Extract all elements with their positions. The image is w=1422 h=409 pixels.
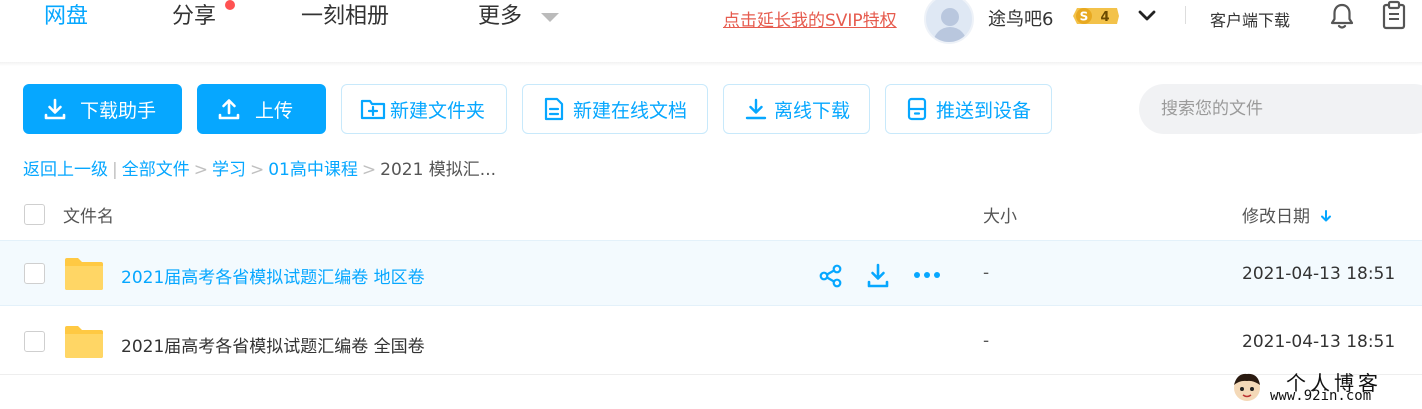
svip-renew-link[interactable]: 点击延长我的SVIP特权	[723, 6, 897, 31]
offline-download-button[interactable]: 离线下载	[723, 84, 870, 134]
chevron-down-icon[interactable]	[541, 13, 559, 22]
document-icon	[544, 97, 564, 121]
file-size: -	[983, 263, 990, 283]
vip-badge: S 4	[1073, 8, 1119, 25]
notification-dot	[225, 0, 235, 10]
breadcrumb-pipe: |	[112, 160, 118, 180]
avatar[interactable]	[924, 0, 974, 44]
tab-moment-album[interactable]: 一刻相册	[301, 0, 389, 34]
nav-shadow	[0, 62, 1422, 66]
column-header-modified[interactable]: 修改日期	[1242, 202, 1333, 227]
file-modified-date: 2021-04-13 18:51	[1242, 264, 1396, 284]
download-icon	[44, 98, 66, 120]
tab-netdisk[interactable]: 网盘	[44, 0, 88, 34]
new-online-doc-button[interactable]: 新建在线文档	[522, 84, 708, 134]
breadcrumb-separator: >	[361, 160, 377, 180]
file-size: -	[983, 331, 990, 351]
more-icon[interactable]	[913, 270, 941, 280]
breadcrumb-separator: >	[249, 160, 265, 180]
sort-down-icon[interactable]	[1319, 209, 1333, 223]
file-modified-date: 2021-04-13 18:51	[1242, 332, 1396, 352]
mascot-icon	[1234, 373, 1260, 401]
folder-icon	[65, 258, 103, 290]
row-checkbox[interactable]	[24, 263, 45, 284]
breadcrumb-current: 2021 模拟汇...	[380, 160, 497, 180]
upload-icon	[218, 99, 240, 120]
upload-label: 上传	[255, 99, 294, 122]
file-name-link[interactable]: 2021届高考各省模拟试题汇编卷 全国卷	[121, 332, 425, 357]
watermark-url: www.92in.com	[1270, 388, 1372, 404]
tab-more[interactable]: 更多	[478, 0, 522, 34]
new-folder-label: 新建文件夹	[390, 99, 486, 122]
breadcrumb-item-study[interactable]: 学习	[212, 160, 246, 180]
nav-divider	[1185, 6, 1186, 24]
breadcrumb: 返回上一级 | 全部文件 > 学习 >01高中课程 >2021 模拟汇...	[23, 155, 496, 180]
top-navigation: 网盘 分享 一刻相册 更多 点击延长我的SVIP特权 途鸟吧6 S 4 客户端下…	[0, 0, 1422, 64]
column-header-size[interactable]: 大小	[983, 202, 1017, 227]
share-icon[interactable]	[819, 264, 843, 288]
breadcrumb-separator: >	[193, 160, 208, 180]
client-download-link[interactable]: 客户端下载	[1210, 7, 1290, 31]
device-icon	[907, 97, 927, 121]
select-all-checkbox[interactable]	[24, 204, 45, 225]
breadcrumb-back-link[interactable]: 返回上一级	[23, 160, 108, 180]
column-header-name[interactable]: 文件名	[63, 202, 114, 227]
download-helper-button[interactable]: 下载助手	[23, 84, 182, 134]
download-helper-label: 下载助手	[80, 99, 157, 122]
file-name-link[interactable]: 2021届高考各省模拟试题汇编卷 地区卷	[121, 263, 425, 288]
upload-button[interactable]: 上传	[197, 84, 326, 134]
download-icon	[745, 98, 767, 120]
bell-icon[interactable]	[1329, 2, 1355, 30]
offline-download-label: 离线下载	[774, 99, 851, 122]
download-icon[interactable]	[866, 263, 890, 289]
breadcrumb-item-all-files[interactable]: 全部文件	[122, 160, 190, 180]
new-folder-button[interactable]: 新建文件夹	[341, 84, 507, 134]
clipboard-icon[interactable]	[1381, 0, 1407, 30]
avatar-head-shape	[941, 8, 959, 26]
push-to-device-label: 推送到设备	[936, 99, 1032, 122]
avatar-body-shape	[933, 27, 967, 42]
vip-symbol: S	[1080, 10, 1089, 24]
folder-plus-icon	[360, 99, 386, 120]
search-input[interactable]	[1139, 84, 1422, 134]
row-divider	[0, 374, 1422, 375]
row-checkbox[interactable]	[24, 331, 45, 352]
watermark: 个人博客 www.92in.com	[1228, 369, 1422, 409]
vip-level: 4	[1100, 10, 1109, 25]
tab-share[interactable]: 分享	[172, 0, 216, 34]
push-to-device-button[interactable]: 推送到设备	[885, 84, 1052, 134]
new-online-doc-label: 新建在线文档	[573, 99, 688, 122]
breadcrumb-item-high-school[interactable]: 01高中课程	[268, 160, 358, 180]
column-header-modified-label: 修改日期	[1242, 207, 1310, 227]
folder-icon	[65, 326, 103, 358]
chevron-down-icon[interactable]	[1137, 9, 1157, 23]
username[interactable]: 途鸟吧6	[988, 5, 1053, 31]
